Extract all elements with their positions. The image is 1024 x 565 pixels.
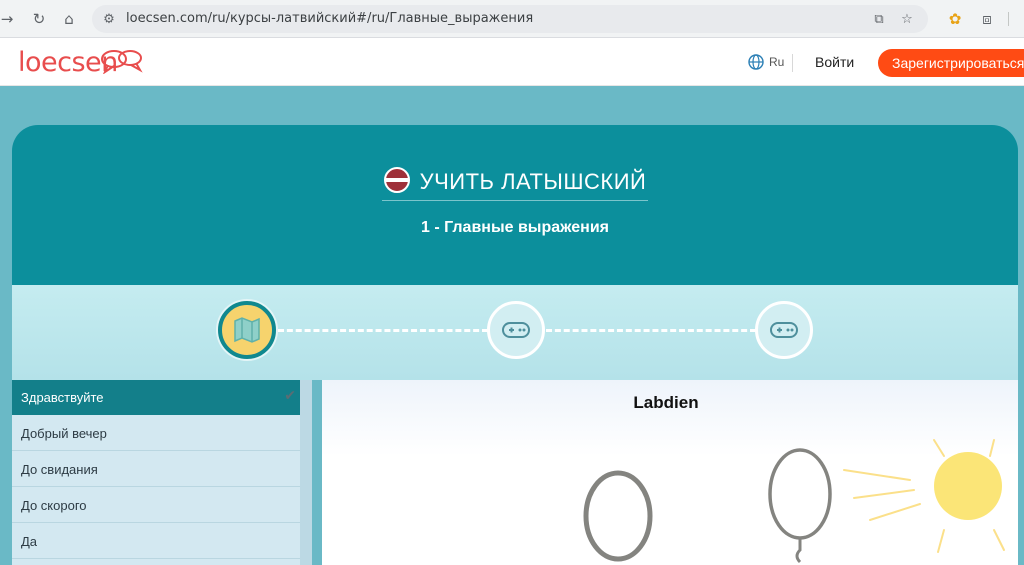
bookmark-star-icon[interactable]: ☆ — [898, 10, 916, 28]
extensions-puzzle-icon[interactable]: ⧈ — [976, 8, 998, 30]
course-title: УЧИТЬ ЛАТЫШСКИЙ — [12, 167, 1018, 195]
address-bar[interactable]: ⚙ loecsen.com/ru/курсы-латвийский#/ru/Гл… — [92, 5, 928, 33]
phrase-item-label: Здравствуйте — [21, 390, 104, 405]
step-game-2[interactable] — [755, 301, 813, 359]
phrase-list-scrollbar[interactable] — [300, 380, 312, 565]
phrase-item-goodbye[interactable]: До свидания — [12, 452, 300, 487]
step-game-1[interactable] — [487, 301, 545, 359]
language-label[interactable]: Ru — [769, 55, 784, 69]
speech-bubbles-icon — [101, 50, 143, 74]
gamepad-icon — [770, 322, 798, 338]
forward-icon[interactable]: → — [0, 8, 18, 30]
progress-steps — [12, 285, 1018, 380]
phrase-item-label: До скорого — [21, 498, 87, 513]
course-title-text: УЧИТЬ ЛАТЫШСКИЙ — [419, 169, 647, 194]
progress-connector — [546, 329, 756, 332]
phrase-panel: Labdien — [314, 380, 1018, 565]
reload-icon[interactable]: ↻ — [28, 8, 50, 30]
map-icon — [234, 317, 260, 343]
course-header: УЧИТЬ ЛАТЫШСКИЙ 1 - Главные выражения — [12, 125, 1018, 285]
site-info-icon[interactable]: ⚙ — [100, 10, 118, 28]
toolbar-divider — [1008, 12, 1009, 26]
phrase-item-hello[interactable]: Здравствуйте ✔ — [12, 380, 300, 415]
url-text[interactable]: loecsen.com/ru/курсы-латвийский#/ru/Глав… — [126, 11, 533, 26]
login-link[interactable]: Войти — [815, 54, 854, 70]
site-header: loecsen Ru Войти Зарегистрироваться — [0, 38, 1024, 86]
phrase-item-yes[interactable]: Да — [12, 524, 300, 559]
header-divider — [792, 54, 793, 72]
phrase-item-label: До свидания — [21, 462, 98, 477]
home-icon[interactable]: ⌂ — [58, 8, 80, 30]
greeting-illustration — [583, 439, 1005, 564]
globe-icon — [748, 54, 764, 70]
progress-connector — [278, 329, 488, 332]
extension-icon[interactable]: ✿ — [944, 8, 966, 30]
lesson-title: 1 - Главные выражения — [421, 219, 609, 236]
phrase-list: Здравствуйте ✔ Добрый вечер До свидания … — [12, 380, 312, 565]
step-map[interactable] — [218, 301, 276, 359]
phrase-item-see-you-soon[interactable]: До скорого — [12, 488, 300, 523]
course-card: УЧИТЬ ЛАТЫШСКИЙ 1 - Главные выражения Зд… — [12, 125, 1018, 565]
browser-toolbar: → ↻ ⌂ ⚙ loecsen.com/ru/курсы-латвийский#… — [0, 0, 1024, 38]
gamepad-icon — [502, 322, 530, 338]
title-divider — [382, 200, 648, 201]
phrase-item-label: Да — [21, 534, 38, 549]
check-icon: ✔ — [284, 388, 296, 404]
language-selector[interactable]: Ru — [748, 54, 784, 70]
phrase-item-good-evening[interactable]: Добрый вечер — [12, 416, 300, 451]
install-app-icon[interactable]: ⧉ — [870, 10, 888, 28]
register-button[interactable]: Зарегистрироваться — [878, 49, 1024, 77]
phrase-item-label: Добрый вечер — [21, 426, 107, 441]
latvia-flag-icon — [383, 167, 410, 193]
panel-divider — [312, 380, 322, 565]
